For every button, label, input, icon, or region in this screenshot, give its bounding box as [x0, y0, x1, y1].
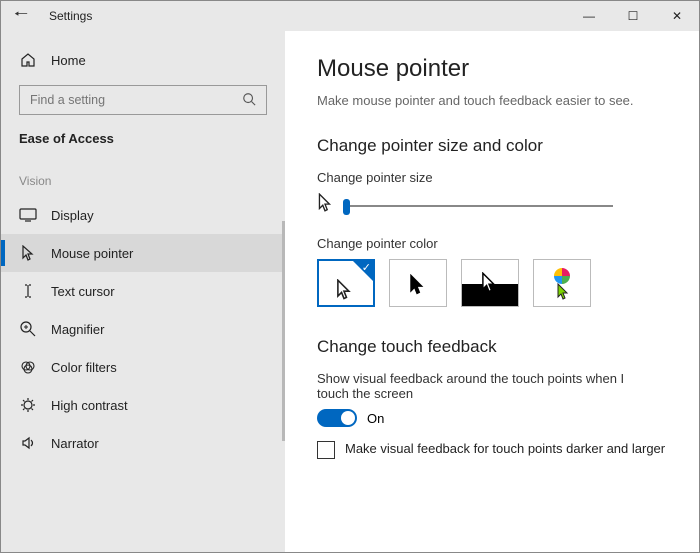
- home-label: Home: [51, 53, 86, 68]
- touch-feedback-label: Show visual feedback around the touch po…: [317, 371, 657, 401]
- cursor-preview-small-icon: [317, 193, 333, 218]
- pointer-size-label: Change pointer size: [317, 170, 669, 185]
- pointer-color-label: Change pointer color: [317, 236, 669, 251]
- page-subtitle: Make mouse pointer and touch feedback ea…: [317, 93, 669, 108]
- color-filters-icon: [19, 358, 37, 376]
- sidebar-item-display[interactable]: Display: [1, 196, 285, 234]
- sidebar-item-mouse-pointer[interactable]: Mouse pointer: [1, 234, 285, 272]
- sidebar-item-high-contrast[interactable]: High contrast: [1, 386, 285, 424]
- text-cursor-icon: [19, 282, 37, 300]
- sidebar-item-magnifier[interactable]: Magnifier: [1, 310, 285, 348]
- pointer-size-slider[interactable]: [343, 205, 613, 207]
- narrator-icon: [19, 434, 37, 452]
- sidebar-item-label: High contrast: [51, 398, 128, 413]
- pointer-color-option-custom[interactable]: [533, 259, 591, 307]
- display-icon: [19, 206, 37, 224]
- sidebar-item-text-cursor[interactable]: Text cursor: [1, 272, 285, 310]
- section-heading-size-color: Change pointer size and color: [317, 136, 669, 156]
- darker-larger-checkbox[interactable]: [317, 441, 335, 459]
- sidebar-item-label: Magnifier: [51, 322, 104, 337]
- sidebar-item-label: Text cursor: [51, 284, 115, 299]
- sidebar-item-label: Display: [51, 208, 94, 223]
- mouse-pointer-icon: [19, 244, 37, 262]
- section-heading-touch: Change touch feedback: [317, 337, 669, 357]
- high-contrast-icon: [19, 396, 37, 414]
- pointer-size-slider-row: [317, 193, 669, 218]
- sidebar-item-label: Narrator: [51, 436, 99, 451]
- search-input[interactable]: [30, 93, 242, 107]
- sidebar: Home Ease of Access Vision Display Mouse…: [1, 31, 285, 552]
- titlebar: 🠐 Settings — ☐ ✕: [1, 1, 699, 31]
- back-button[interactable]: 🠐: [1, 3, 41, 30]
- touch-feedback-toggle[interactable]: [317, 409, 357, 427]
- window-title: Settings: [49, 9, 92, 23]
- home-link[interactable]: Home: [1, 45, 285, 75]
- close-button[interactable]: ✕: [655, 1, 699, 31]
- home-icon: [19, 51, 37, 69]
- search-icon: [242, 92, 256, 109]
- maximize-button[interactable]: ☐: [611, 1, 655, 31]
- content-pane: Mouse pointer Make mouse pointer and tou…: [285, 31, 699, 552]
- sidebar-item-color-filters[interactable]: Color filters: [1, 348, 285, 386]
- pointer-color-option-black[interactable]: [389, 259, 447, 307]
- toggle-state-label: On: [367, 411, 384, 426]
- sidebar-item-label: Mouse pointer: [51, 246, 133, 261]
- magnifier-icon: [19, 320, 37, 338]
- darker-larger-label: Make visual feedback for touch points da…: [345, 441, 665, 456]
- sidebar-item-narrator[interactable]: Narrator: [1, 424, 285, 462]
- group-label: Vision: [1, 154, 285, 196]
- category-label: Ease of Access: [1, 115, 285, 154]
- sidebar-item-label: Color filters: [51, 360, 117, 375]
- minimize-button[interactable]: —: [567, 1, 611, 31]
- search-box[interactable]: [19, 85, 267, 115]
- page-title: Mouse pointer: [317, 55, 669, 83]
- pointer-color-option-inverted[interactable]: [461, 259, 519, 307]
- pointer-color-option-white[interactable]: ✓: [317, 259, 375, 307]
- slider-thumb[interactable]: [343, 199, 350, 215]
